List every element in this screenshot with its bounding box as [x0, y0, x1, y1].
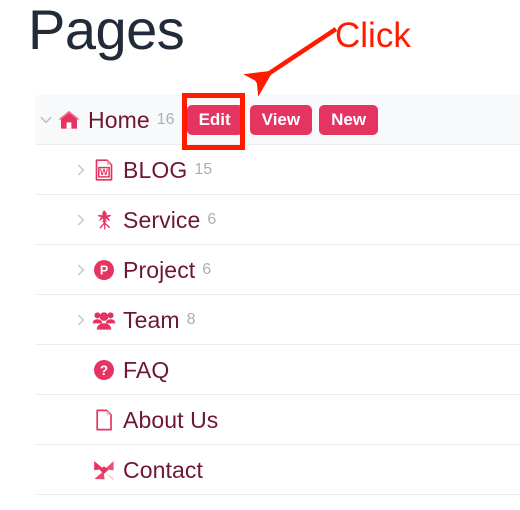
- tree-row[interactable]: Contact: [0, 445, 520, 495]
- tree-row[interactable]: Service 6: [0, 195, 520, 245]
- svg-text:W: W: [100, 167, 108, 177]
- tree-row-label[interactable]: Home: [88, 107, 150, 134]
- document-icon: [92, 408, 116, 432]
- tree-row-count: 8: [186, 311, 196, 328]
- tree-row-count: 6: [202, 261, 212, 278]
- tree-row-count: 16: [156, 111, 175, 128]
- question-circle-icon: ?: [92, 358, 116, 382]
- svg-text:P: P: [100, 264, 108, 278]
- tree-row[interactable]: About Us: [0, 395, 520, 445]
- chevron-right-icon[interactable]: [70, 313, 92, 327]
- chevron-right-icon[interactable]: [70, 263, 92, 277]
- tree-row-count: 15: [194, 161, 213, 178]
- home-icon: [57, 108, 81, 132]
- tree-row[interactable]: W BLOG 15: [0, 145, 520, 195]
- tree-row[interactable]: Team 8: [0, 295, 520, 345]
- tree-row-label[interactable]: Service: [123, 207, 200, 234]
- page-title: Pages: [28, 0, 185, 61]
- svg-text:?: ?: [100, 363, 108, 378]
- tree-row-label[interactable]: About Us: [123, 407, 218, 434]
- row-action-buttons: Edit View New: [186, 105, 379, 135]
- word-file-icon: W: [92, 158, 116, 182]
- tree-row-label[interactable]: Contact: [123, 457, 203, 484]
- users-icon: [92, 308, 116, 332]
- tree-row-label[interactable]: BLOG: [123, 157, 187, 184]
- view-button[interactable]: View: [249, 105, 313, 135]
- tree-row[interactable]: Home 16 Edit View New: [0, 95, 520, 145]
- tree-row-label[interactable]: Project: [123, 257, 195, 284]
- click-annotation-label: Click: [335, 16, 411, 55]
- paper-plane-icon: [92, 458, 116, 482]
- tree-row[interactable]: ? FAQ: [0, 345, 520, 395]
- tree-row[interactable]: P Project 6: [0, 245, 520, 295]
- tree-row-label[interactable]: Team: [123, 307, 180, 334]
- page-tree: Home 16 Edit View New W BLOG 15 Service 6 P Project…: [0, 95, 520, 495]
- tree-row-count: 6: [207, 211, 217, 228]
- chevron-right-icon[interactable]: [70, 213, 92, 227]
- edit-button[interactable]: Edit: [186, 105, 243, 135]
- leaf-icon: [92, 208, 116, 232]
- new-button[interactable]: New: [319, 105, 379, 135]
- chevron-right-icon[interactable]: [70, 163, 92, 177]
- circle-p-icon: P: [92, 258, 116, 282]
- chevron-down-icon[interactable]: [35, 113, 57, 127]
- tree-row-label[interactable]: FAQ: [123, 357, 169, 384]
